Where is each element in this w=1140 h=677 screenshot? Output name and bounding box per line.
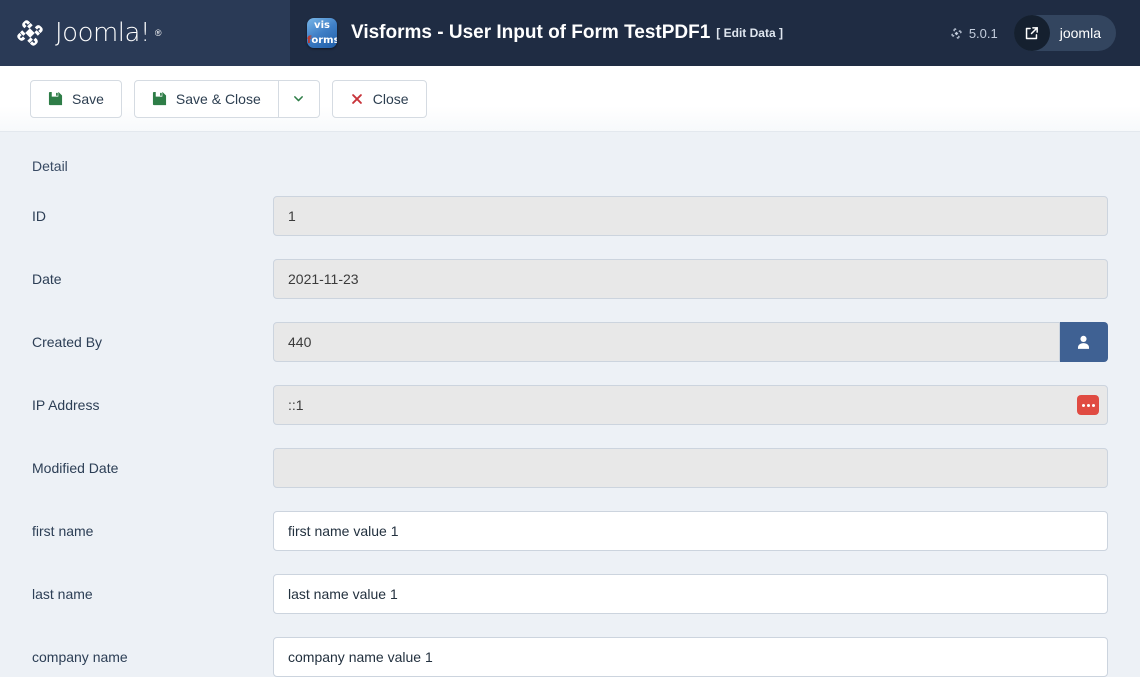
- form-row-ip-address: IP Address: [32, 385, 1108, 425]
- form-legend: Detail: [32, 158, 1108, 174]
- external-link-icon: [1014, 15, 1050, 51]
- ip-address-container: [273, 385, 1108, 425]
- id-field: [273, 196, 1108, 236]
- brand-area: Joomla! ®: [0, 0, 290, 66]
- header-main: vis forms Visforms - User Input of Form …: [290, 0, 1140, 66]
- save-button[interactable]: Save: [30, 80, 122, 118]
- field-wrap-company-name: [273, 637, 1108, 677]
- visforms-icon-top-label: vis: [307, 20, 337, 31]
- save-and-close-button-label: Save & Close: [176, 91, 261, 107]
- dot: [1092, 404, 1095, 407]
- created-by-field: [273, 322, 1060, 362]
- form-row-date: Date: [32, 259, 1108, 299]
- ip-address-field: [273, 385, 1108, 425]
- field-label-ip-address: IP Address: [32, 397, 273, 413]
- field-label-created-by: Created By: [32, 334, 273, 350]
- save-options-dropdown-button[interactable]: [279, 80, 320, 118]
- close-x-icon: [350, 92, 364, 106]
- user-icon: [1075, 334, 1092, 351]
- toolbar: Save Save & Close: [0, 66, 1140, 132]
- field-wrap-ip-address: [273, 385, 1108, 425]
- form-row-first-name: first name: [32, 511, 1108, 551]
- field-wrap-date: [273, 259, 1108, 299]
- chevron-down-icon: [292, 92, 305, 105]
- form-row-created-by: Created By: [32, 322, 1108, 362]
- date-field: [273, 259, 1108, 299]
- visforms-app-icon: vis forms: [307, 18, 337, 48]
- save-button-label: Save: [72, 91, 104, 107]
- field-label-last-name: last name: [32, 586, 273, 602]
- field-label-date: Date: [32, 271, 273, 287]
- field-wrap-last-name: [273, 574, 1108, 614]
- page-title-mode: [ Edit Data ]: [716, 26, 783, 40]
- last-name-field[interactable]: [273, 574, 1108, 614]
- visit-site-label: joomla: [1060, 25, 1101, 41]
- visforms-icon-bottom-label: forms: [307, 35, 337, 46]
- brand-label: Joomla!: [55, 20, 150, 46]
- field-label-first-name: first name: [32, 523, 273, 539]
- page-title: Visforms - User Input of Form TestPDF1: [351, 22, 710, 44]
- floppy-disk-icon: [152, 91, 167, 106]
- version-indicator: 5.0.1: [950, 26, 998, 41]
- close-button[interactable]: Close: [332, 80, 427, 118]
- joomla-mark-icon: [950, 27, 963, 40]
- joomla-logo[interactable]: Joomla! ®: [14, 17, 162, 49]
- dot: [1082, 404, 1085, 407]
- close-button-label: Close: [373, 91, 409, 107]
- field-label-modified-date: Modified Date: [32, 460, 273, 476]
- save-and-close-button[interactable]: Save & Close: [134, 80, 279, 118]
- form-row-id: ID: [32, 196, 1108, 236]
- field-label-id: ID: [32, 208, 273, 224]
- top-header: Joomla! ® vis forms Visforms - User Inpu…: [0, 0, 1140, 66]
- visit-site-button[interactable]: joomla: [1014, 15, 1116, 51]
- save-close-button-group: Save & Close: [134, 80, 320, 118]
- form-row-company-name: company name: [32, 637, 1108, 677]
- close-button-group: Close: [332, 80, 427, 118]
- field-wrap-modified-date: [273, 448, 1108, 488]
- field-wrap-created-by: [273, 322, 1108, 362]
- save-button-group: Save: [30, 80, 122, 118]
- modified-date-field: [273, 448, 1108, 488]
- company-name-field[interactable]: [273, 637, 1108, 677]
- field-label-company-name: company name: [32, 649, 273, 665]
- registered-mark: ®: [155, 28, 162, 38]
- floppy-disk-icon: [48, 91, 63, 106]
- header-right: 5.0.1 joomla: [950, 15, 1126, 51]
- field-wrap-id: [273, 196, 1108, 236]
- ellipsis-badge-icon[interactable]: [1077, 395, 1099, 415]
- select-user-button[interactable]: [1060, 322, 1108, 362]
- version-label: 5.0.1: [969, 26, 998, 41]
- dot: [1087, 404, 1090, 407]
- joomla-logo-icon: [14, 17, 46, 49]
- field-wrap-first-name: [273, 511, 1108, 551]
- edit-form: Detail ID Date Created By IP: [0, 132, 1140, 677]
- first-name-field[interactable]: [273, 511, 1108, 551]
- form-row-last-name: last name: [32, 574, 1108, 614]
- form-row-modified-date: Modified Date: [32, 448, 1108, 488]
